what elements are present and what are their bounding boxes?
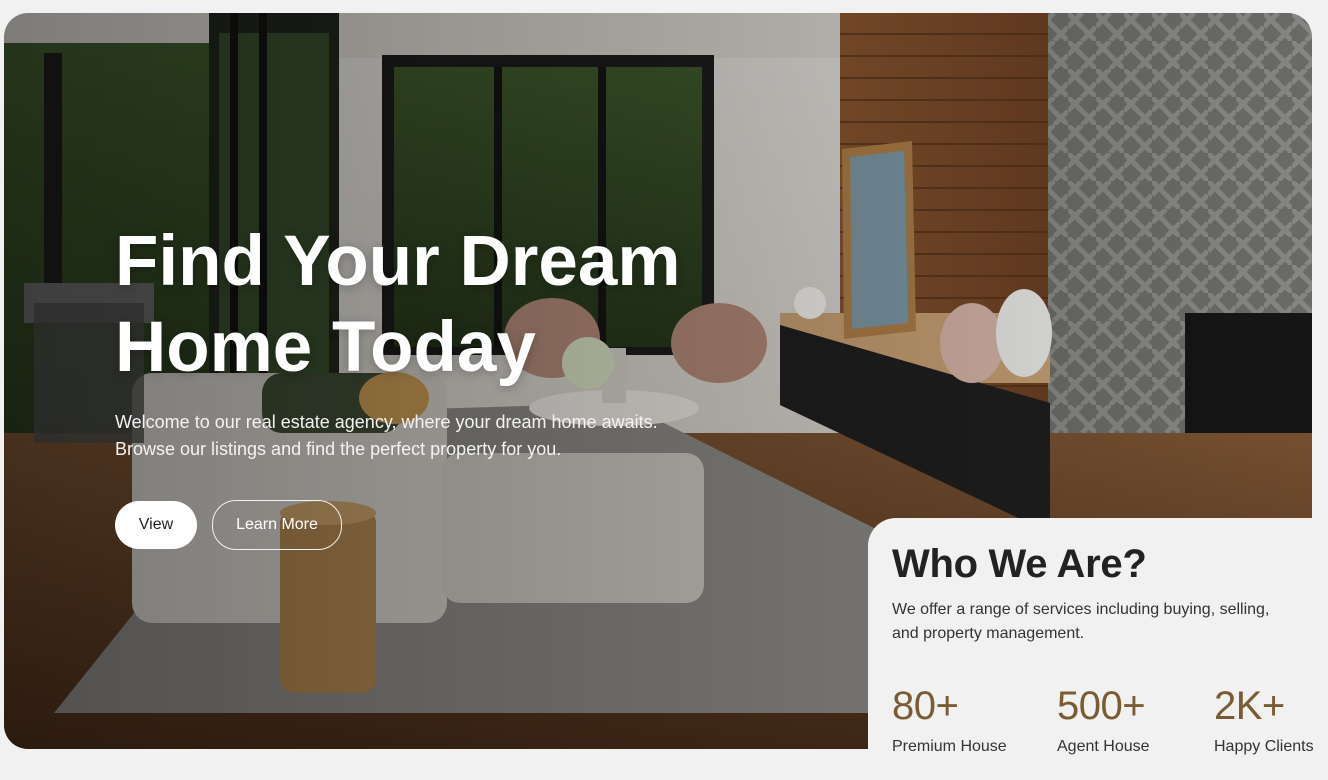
about-desc-line2: and property management. — [892, 625, 1085, 642]
stat-premium-house: 80+ Premium House — [892, 684, 1007, 756]
who-we-are-title: Who We Are? — [892, 542, 1147, 586]
about-desc-line1: We offer a range of services including b… — [892, 601, 1270, 618]
stat-label: Premium House — [892, 738, 1007, 755]
stat-value: 80+ — [892, 684, 959, 728]
stat-happy-clients: 2K+ Happy Clients — [1214, 684, 1314, 756]
hero-title-line2: Home Today — [115, 308, 536, 387]
stat-label: Happy Clients — [1214, 738, 1314, 755]
who-we-are-description: We offer a range of services including b… — [892, 598, 1292, 646]
stat-agent-house: 500+ Agent House — [1057, 684, 1150, 756]
who-we-are-panel: Who We Are? We offer a range of services… — [868, 518, 1328, 780]
learn-more-button[interactable]: Learn More — [212, 500, 342, 550]
hero-desc-line2: Browse our listings and find the perfect… — [115, 439, 562, 459]
hero-description: Welcome to our real estate agency, where… — [115, 409, 735, 463]
hero-title-line1: Find Your Dream — [115, 222, 681, 301]
stat-label: Agent House — [1057, 738, 1150, 755]
hero-title: Find Your Dream Home Today — [115, 219, 755, 391]
view-button[interactable]: View — [115, 501, 197, 549]
stat-value: 500+ — [1057, 684, 1146, 728]
hero-desc-line1: Welcome to our real estate agency, where… — [115, 412, 658, 432]
stat-value: 2K+ — [1214, 684, 1285, 728]
